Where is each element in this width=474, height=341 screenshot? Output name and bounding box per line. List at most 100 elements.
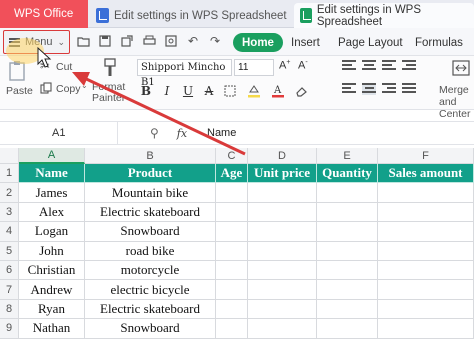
paste-button[interactable]: Paste — [3, 58, 33, 106]
header-cell-name[interactable]: Name — [19, 164, 85, 184]
format-painter-button[interactable]: Format Painter — [92, 58, 128, 108]
row-header[interactable]: 8 — [0, 299, 19, 320]
cell-product[interactable]: Snowboard — [85, 319, 216, 339]
cell-unit-price[interactable] — [248, 241, 317, 261]
cell-age[interactable] — [216, 183, 248, 203]
cell-quantity[interactable] — [317, 299, 378, 320]
cell-product[interactable]: motorcycle — [85, 261, 216, 281]
cell-sales-amount[interactable] — [378, 202, 474, 223]
decrease-font-icon[interactable]: A- — [298, 59, 308, 72]
increase-font-icon[interactable]: A+ — [279, 59, 290, 72]
row-header[interactable]: 1 — [0, 164, 19, 184]
merge-center-button[interactable]: Merge and Center — [436, 58, 474, 120]
cell-unit-price[interactable] — [248, 202, 317, 223]
cell-name[interactable]: Andrew — [19, 280, 85, 300]
italic-button[interactable]: I — [159, 83, 175, 99]
print-preview-icon[interactable] — [164, 34, 178, 48]
cell-quantity[interactable] — [317, 241, 378, 261]
column-header-d[interactable]: D — [248, 148, 317, 164]
column-header-c[interactable]: C — [216, 148, 248, 164]
strikethrough-icon[interactable]: A — [201, 83, 217, 99]
align-left-icon[interactable] — [342, 83, 356, 95]
cell-quantity[interactable] — [317, 183, 378, 203]
column-header-b[interactable]: B — [85, 148, 216, 164]
cell-unit-price[interactable] — [248, 319, 317, 339]
cell-unit-price[interactable] — [248, 261, 317, 281]
cell-sales-amount[interactable] — [378, 222, 474, 242]
cell-product[interactable]: Snowboard — [85, 222, 216, 242]
print-icon[interactable] — [142, 34, 156, 48]
indent-icon[interactable] — [402, 60, 416, 72]
cell-age[interactable] — [216, 319, 248, 339]
cell-name[interactable]: Christian — [19, 261, 85, 281]
tab-home[interactable]: Home — [233, 33, 283, 52]
cell-age[interactable] — [216, 222, 248, 242]
underline-button[interactable]: U — [180, 83, 196, 99]
header-cell-product[interactable]: Product — [85, 164, 216, 184]
cell-age[interactable] — [216, 241, 248, 261]
cell-sales-amount[interactable] — [378, 319, 474, 339]
tab-page-layout[interactable]: Page Layout — [338, 33, 403, 52]
cell-quantity[interactable] — [317, 202, 378, 223]
cell-product[interactable]: road bike — [85, 241, 216, 261]
align-middle-icon[interactable] — [362, 60, 376, 72]
column-header-a[interactable]: A — [19, 148, 85, 164]
undo-icon[interactable]: ↶ — [186, 34, 200, 48]
cell-product[interactable]: Electric skateboard — [85, 202, 216, 223]
cell-sales-amount[interactable] — [378, 280, 474, 300]
save-icon[interactable] — [98, 34, 112, 48]
cut-button[interactable]: ✂ Cut — [40, 59, 80, 74]
cell-quantity[interactable] — [317, 280, 378, 300]
font-color-icon[interactable]: A — [270, 83, 286, 99]
cell-sales-amount[interactable] — [378, 261, 474, 281]
cell-unit-price[interactable] — [248, 280, 317, 300]
fill-color-icon[interactable] — [246, 83, 262, 99]
borders-icon[interactable] — [222, 83, 238, 99]
cell-unit-price[interactable] — [248, 299, 317, 320]
cell-name[interactable]: Ryan — [19, 299, 85, 320]
cell-quantity[interactable] — [317, 261, 378, 281]
align-center-icon[interactable] — [362, 83, 376, 95]
cell-name[interactable]: John — [19, 241, 85, 261]
row-header[interactable]: 4 — [0, 222, 19, 242]
cell-product[interactable]: electric bicycle — [85, 280, 216, 300]
header-cell-unit-price[interactable]: Unit price — [248, 164, 317, 184]
header-cell-sales-amount[interactable]: Sales amount — [378, 164, 474, 184]
row-header[interactable]: 9 — [0, 319, 19, 339]
row-header[interactable]: 3 — [0, 202, 19, 223]
document-tab-1[interactable]: Edit settings in WPS Spreadsheet — [90, 3, 290, 28]
open-folder-icon[interactable] — [76, 34, 90, 48]
document-tab-2[interactable]: Edit settings in WPS Spreadsheet — [294, 3, 474, 28]
cell-name[interactable]: Logan — [19, 222, 85, 242]
cell-sales-amount[interactable] — [378, 183, 474, 203]
cell-age[interactable] — [216, 261, 248, 281]
cell-name[interactable]: Nathan — [19, 319, 85, 339]
cell-unit-price[interactable] — [248, 222, 317, 242]
fx-icon[interactable]: fx — [177, 127, 187, 140]
header-cell-quantity[interactable]: Quantity — [317, 164, 378, 184]
align-right-icon[interactable] — [382, 83, 396, 95]
name-box[interactable]: A1 — [0, 122, 118, 144]
row-header[interactable]: 2 — [0, 183, 19, 203]
row-header[interactable]: 7 — [0, 280, 19, 300]
cell-age[interactable] — [216, 299, 248, 320]
align-bottom-icon[interactable] — [382, 60, 396, 72]
cell-sales-amount[interactable] — [378, 241, 474, 261]
column-header-e[interactable]: E — [317, 148, 378, 164]
bold-button[interactable]: B — [138, 83, 154, 99]
clear-format-icon[interactable] — [294, 83, 310, 99]
zoom-icon[interactable]: ⚲ — [150, 126, 159, 140]
select-all-corner[interactable] — [0, 148, 19, 164]
align-top-icon[interactable] — [342, 60, 356, 72]
copy-button[interactable]: Copy ⌄ — [40, 81, 88, 96]
row-header[interactable]: 5 — [0, 241, 19, 261]
column-header-f[interactable]: F — [378, 148, 474, 164]
cell-product[interactable]: Mountain bike — [85, 183, 216, 203]
cell-product[interactable]: Electric skateboard — [85, 299, 216, 320]
cell-name[interactable]: James — [19, 183, 85, 203]
cell-quantity[interactable] — [317, 222, 378, 242]
justify-icon[interactable] — [402, 83, 416, 95]
formula-input[interactable]: Name — [207, 122, 236, 144]
wps-office-tab[interactable]: WPS Office — [0, 0, 88, 28]
cell-name[interactable]: Alex — [19, 202, 85, 223]
